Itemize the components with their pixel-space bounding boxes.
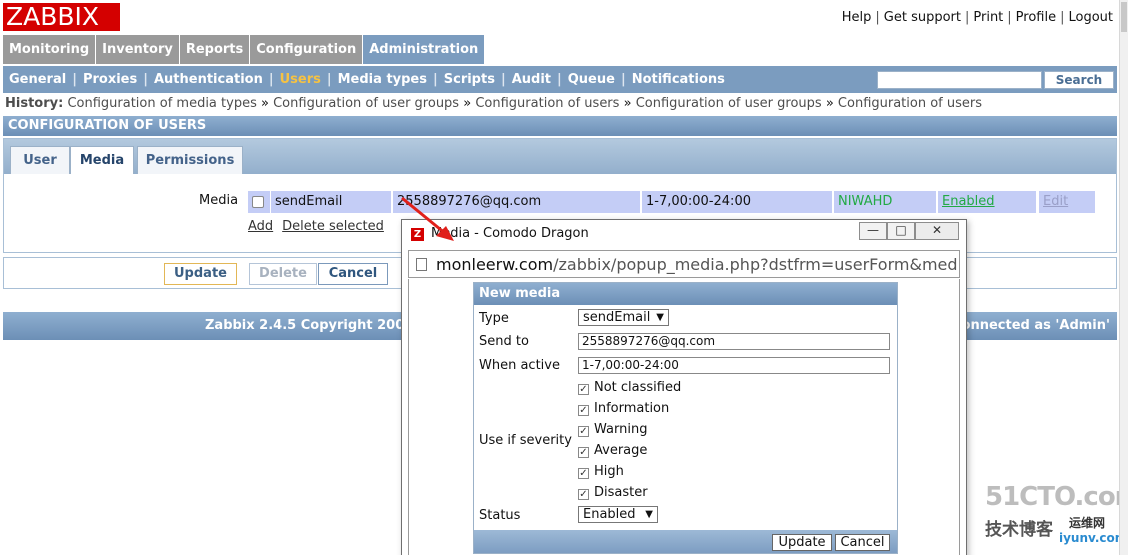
new-media-form: New media Type sendEmail ▼ Send to 255889… [473, 282, 898, 554]
popup-update-button[interactable]: Update [772, 534, 832, 551]
media-type-cell: sendEmail [271, 191, 391, 213]
status-label: Status [479, 508, 521, 523]
history-item[interactable]: Configuration of media types [67, 96, 256, 111]
new-media-title: New media [474, 283, 897, 305]
history-breadcrumb: History: Configuration of media types » … [5, 96, 983, 111]
media-severity-cell: NIWAHD [834, 191, 936, 213]
type-select[interactable]: sendEmail ▼ [578, 309, 669, 326]
history-item[interactable]: Configuration of user groups [636, 96, 822, 111]
tab-permissions[interactable]: Permissions [137, 146, 243, 174]
checkbox-checked-icon[interactable]: ✓ [578, 426, 589, 437]
sub-menu-audit[interactable]: Audit [506, 72, 557, 87]
sub-menu-media-types[interactable]: Media types [332, 72, 433, 87]
severity-average[interactable]: ✓ Average [578, 443, 647, 458]
media-edit-link[interactable]: Edit [1043, 194, 1068, 209]
form-tabs: User Media Permissions [4, 139, 1116, 174]
delete-selected-link[interactable]: Delete selected [282, 219, 384, 234]
checkbox-icon[interactable] [252, 196, 264, 208]
help-link[interactable]: Help [842, 10, 872, 25]
media-row-checkbox[interactable] [248, 191, 270, 213]
sub-menu-notifications[interactable]: Notifications [626, 72, 731, 87]
media-edit-cell: Edit [1039, 191, 1095, 213]
watermark-text: 运维网 [1069, 516, 1106, 530]
when-active-label: When active [479, 358, 560, 373]
sub-menu-queue[interactable]: Queue [562, 72, 621, 87]
chevron-down-icon: ▼ [656, 312, 664, 323]
watermark-text: 技术博客 [985, 520, 1053, 540]
send-to-label: Send to [479, 334, 529, 349]
close-icon[interactable]: ✕ [915, 222, 959, 240]
severity-high[interactable]: ✓ High [578, 464, 624, 479]
search-button[interactable]: Search [1044, 71, 1114, 89]
main-menu-configuration[interactable]: Configuration [250, 35, 364, 64]
severity-disaster[interactable]: ✓ Disaster [578, 485, 648, 500]
logout-link[interactable]: Logout [1068, 10, 1113, 25]
sub-menu-scripts[interactable]: Scripts [438, 72, 501, 87]
print-link[interactable]: Print [973, 10, 1003, 25]
media-popup-window: Z Media - Comodo Dragon — □ ✕ monleerw.c… [401, 219, 967, 555]
search-input[interactable] [877, 71, 1042, 89]
media-status-cell: Enabled [938, 191, 1036, 213]
top-links: Help | Get support | Print | Profile | Logout [841, 10, 1113, 25]
url-bar[interactable]: monleerw.com/zabbix/popup_media.php?dstf… [408, 250, 960, 278]
severity-label: Use if severity [479, 433, 572, 448]
sub-menu-general[interactable]: General [3, 72, 72, 87]
section-title: CONFIGURATION OF USERS [3, 116, 1117, 136]
checkbox-checked-icon[interactable]: ✓ [578, 447, 589, 458]
history-item[interactable]: Configuration of users [475, 96, 619, 111]
new-media-footer: Update Cancel [474, 530, 897, 553]
profile-link[interactable]: Profile [1016, 10, 1056, 25]
history-item[interactable]: Configuration of users [838, 96, 982, 111]
add-media-link[interactable]: Add [248, 219, 273, 234]
type-label: Type [479, 311, 509, 326]
tab-user[interactable]: User [10, 146, 70, 174]
media-status-link[interactable]: Enabled [942, 194, 995, 209]
checkbox-checked-icon[interactable]: ✓ [578, 489, 589, 500]
sub-menu-users[interactable]: Users [274, 72, 327, 87]
media-label: Media [199, 193, 239, 208]
footer-copyright: Zabbix 2.4.5 Copyright 2001- [205, 318, 419, 333]
sub-menu-authentication[interactable]: Authentication [148, 72, 269, 87]
watermark-text: 51CTO.com [985, 482, 1128, 512]
send-to-input[interactable]: 2558897276@qq.com [578, 333, 890, 350]
sub-menu-proxies[interactable]: Proxies [77, 72, 143, 87]
popup-cancel-button[interactable]: Cancel [835, 534, 890, 551]
sub-menu: General | Proxies | Authentication | Users |… [3, 66, 1117, 93]
main-menu-inventory[interactable]: Inventory [96, 35, 180, 64]
checkbox-checked-icon[interactable]: ✓ [578, 468, 589, 479]
maximize-icon[interactable]: □ [887, 222, 915, 240]
scrollbar-thumb[interactable] [1121, 2, 1127, 32]
severity-not-classified[interactable]: ✓ Not classified [578, 380, 681, 395]
main-menu: Monitoring Inventory Reports Configurati… [3, 35, 486, 64]
main-menu-reports[interactable]: Reports [179, 35, 251, 64]
chevron-down-icon: ▼ [645, 509, 653, 520]
severity-information[interactable]: ✓ Information [578, 401, 669, 416]
delete-button[interactable]: Delete [249, 263, 317, 285]
tab-media[interactable]: Media [70, 146, 134, 174]
status-select[interactable]: Enabled ▼ [578, 506, 658, 523]
media-actions: Add Delete selected [248, 219, 393, 234]
media-when-active-cell: 1-7,00:00-24:00 [642, 191, 832, 213]
red-arrow-icon [401, 196, 454, 241]
zabbix-logo: ZABBIX [3, 3, 120, 31]
minimize-icon[interactable]: — [859, 222, 887, 240]
watermark: 51CTO.com 技术博客 运维网 iyunv.com [985, 482, 1128, 552]
history-label: History: [5, 96, 64, 111]
watermark-text: iyunv.com [1059, 531, 1128, 545]
main-menu-monitoring[interactable]: Monitoring [3, 35, 97, 64]
update-button[interactable]: Update [164, 263, 237, 285]
page-scrollbar[interactable] [1119, 0, 1128, 555]
popup-titlebar: Z Media - Comodo Dragon — □ ✕ [402, 220, 966, 248]
checkbox-checked-icon[interactable]: ✓ [578, 405, 589, 416]
footer-connected: Connected as 'Admin' [952, 318, 1110, 333]
severity-warning[interactable]: ✓ Warning [578, 422, 647, 437]
checkbox-checked-icon[interactable]: ✓ [578, 384, 589, 395]
url-text[interactable]: monleerw.com/zabbix/popup_media.php?dstf… [436, 255, 959, 274]
when-active-input[interactable]: 1-7,00:00-24:00 [578, 357, 890, 374]
main-menu-administration[interactable]: Administration [363, 35, 486, 64]
history-item[interactable]: Configuration of user groups [273, 96, 459, 111]
get-support-link[interactable]: Get support [884, 10, 961, 25]
page-icon [416, 258, 427, 271]
cancel-button[interactable]: Cancel [318, 263, 388, 285]
